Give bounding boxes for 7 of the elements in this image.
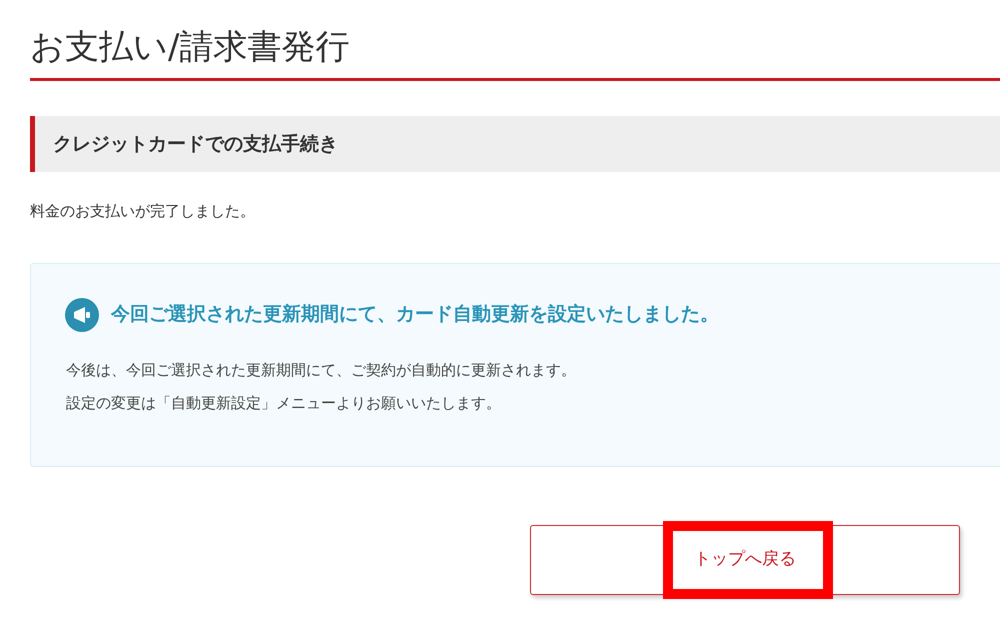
notice-text: 今後は、今回ご選択された更新期間にて、ご契約が自動的に更新されます。 <box>66 360 576 380</box>
page-title: お支払い/請求書発行 <box>30 26 350 69</box>
megaphone-icon <box>65 298 99 332</box>
section-heading: クレジットカードでの支払手続き <box>53 132 338 157</box>
notice-heading: 今回ご選択された更新期間にて、カード自動更新を設定いたしました。 <box>111 302 719 328</box>
notice-text: 設定の変更は「自動更新設定」メニューよりお願いいたします。 <box>66 392 501 414</box>
completion-message: 料金のお支払いが完了しました。 <box>30 201 255 222</box>
